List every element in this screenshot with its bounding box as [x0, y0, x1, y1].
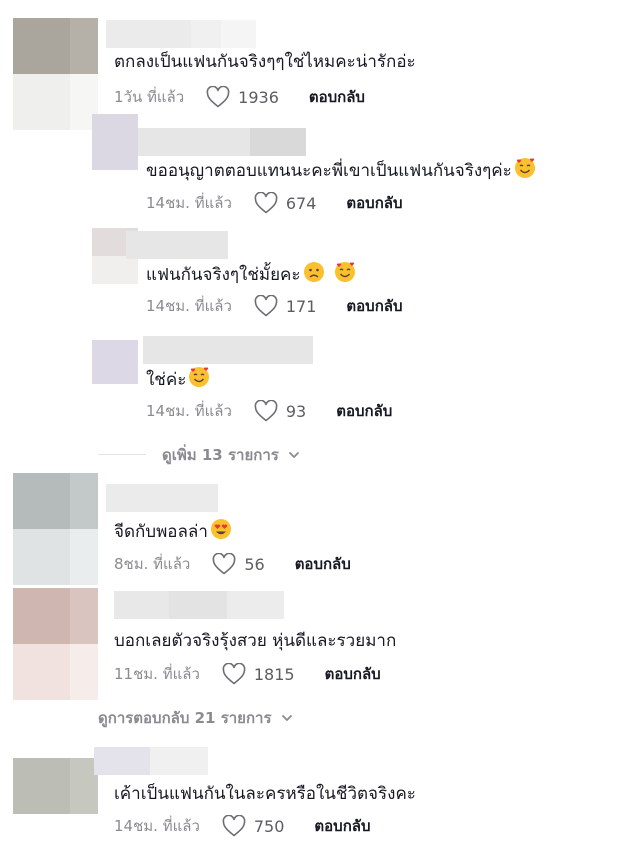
like-button[interactable]: 56	[212, 553, 265, 575]
comment-time: 1วัน ที่แล้ว	[114, 88, 185, 106]
reply-button[interactable]: ตอบกลับ	[346, 294, 402, 318]
comment-text: แฟนกันจริงๆใช่มั้ยคะ	[146, 261, 356, 287]
chevron-down-icon	[288, 452, 299, 458]
comment-time: 8ชม. ที่แล้ว	[114, 555, 191, 573]
reply-button[interactable]: ตอบกลับ	[309, 85, 365, 109]
like-count: 93	[285, 401, 307, 421]
like-count: 1936	[238, 87, 279, 107]
reply-button[interactable]: ตอบกลับ	[336, 399, 392, 423]
heart-outline-icon	[222, 663, 246, 685]
avatar[interactable]	[13, 758, 98, 814]
like-button[interactable]: 93	[254, 400, 306, 422]
like-button[interactable]: 750	[222, 815, 285, 837]
comment-text: ใช่ค่ะ	[146, 366, 210, 392]
comment-item: เค้าเป็นแฟนกันในละครหรือในชีวิตจริงคะ 14…	[0, 740, 632, 848]
username[interactable]	[143, 336, 313, 364]
reply-button[interactable]: ตอบกลับ	[325, 662, 381, 686]
comment-time: 14ชม. ที่แล้ว	[146, 402, 232, 420]
like-count: 674	[285, 193, 317, 213]
username[interactable]	[106, 484, 218, 512]
avatar[interactable]	[13, 588, 98, 700]
frowning-face-icon	[303, 262, 324, 282]
smiling-face-with-hearts-icon	[514, 158, 535, 178]
comment-time: 14ชม. ที่แล้ว	[146, 194, 232, 212]
comment-text: จีดกับพอลล่า	[114, 518, 232, 544]
comment-time: 14ชม. ที่แล้ว	[114, 817, 200, 835]
avatar[interactable]	[92, 340, 138, 384]
comment-item: ตกลงเป็นแฟนกันจริงๆๆใช่ไหมคะน่ารักอ่ะ 1ว…	[0, 0, 632, 130]
username[interactable]	[106, 20, 256, 48]
heart-outline-icon	[212, 553, 236, 575]
view-more-label: ดูเพิ่ม 13 รายการ	[162, 446, 279, 464]
like-count: 750	[253, 816, 285, 836]
heart-eyes-icon	[210, 519, 231, 539]
heart-outline-icon	[254, 400, 278, 422]
heart-outline-icon	[206, 86, 230, 108]
username[interactable]	[94, 747, 208, 775]
heart-outline-icon	[254, 192, 278, 214]
like-count: 1815	[253, 664, 295, 684]
view-more-replies-button[interactable]: ดูเพิ่ม 13 รายการ	[162, 443, 301, 467]
reply-item: ขออนุญาตตอบแทนนะคะพี่เขาเป็นแฟนกันจริงๆค…	[0, 112, 632, 222]
heart-outline-icon	[222, 815, 246, 837]
like-button[interactable]: 1936	[206, 86, 279, 108]
username[interactable]	[126, 231, 228, 259]
view-replies-label: ดูการตอบกลับ 21 รายการ	[98, 709, 272, 727]
like-count: 56	[244, 554, 265, 574]
reply-button[interactable]: ตอบกลับ	[314, 814, 370, 838]
reply-button[interactable]: ตอบกลับ	[346, 191, 402, 215]
like-button[interactable]: 674	[254, 192, 317, 214]
comment-item: บอกเลยตัวจริงรุ้งสวย หุ่นดีและรวยมาก 11ช…	[0, 586, 632, 702]
comment-time: 11ชม. ที่แล้ว	[114, 665, 200, 683]
smiling-face-with-hearts-icon	[334, 262, 355, 282]
comment-text: เค้าเป็นแฟนกันในละครหรือในชีวิตจริงคะ	[114, 784, 416, 804]
reply-item: ใช่ค่ะ 14ชม. ที่แล้ว 93 ตอบกลับ	[0, 336, 632, 436]
username[interactable]	[138, 128, 306, 156]
heart-outline-icon	[254, 295, 278, 317]
like-button[interactable]: 171	[254, 295, 317, 317]
like-count: 171	[285, 296, 317, 316]
avatar[interactable]	[92, 114, 138, 170]
comment-text: ตกลงเป็นแฟนกันจริงๆๆใช่ไหมคะน่ารักอ่ะ	[114, 52, 416, 72]
username[interactable]	[114, 591, 284, 619]
divider	[98, 454, 146, 455]
view-replies-button[interactable]: ดูการตอบกลับ 21 รายการ	[98, 706, 294, 730]
avatar[interactable]	[13, 473, 98, 585]
chevron-down-icon	[281, 715, 292, 721]
comment-item: จีดกับพอลล่า 8ชม. ที่แล้ว 56 ตอบกลับ	[0, 470, 632, 588]
comment-text: บอกเลยตัวจริงรุ้งสวย หุ่นดีและรวยมาก	[114, 631, 397, 651]
comment-time: 14ชม. ที่แล้ว	[146, 297, 232, 315]
reply-item: แฟนกันจริงๆใช่มั้ยคะ 14ชม. ที่แล้ว 171 ต…	[0, 226, 632, 332]
smiling-face-with-hearts-icon	[189, 367, 210, 387]
reply-button[interactable]: ตอบกลับ	[295, 552, 351, 576]
comment-text: ขออนุญาตตอบแทนนะคะพี่เขาเป็นแฟนกันจริงๆค…	[146, 157, 536, 183]
like-button[interactable]: 1815	[222, 663, 295, 685]
